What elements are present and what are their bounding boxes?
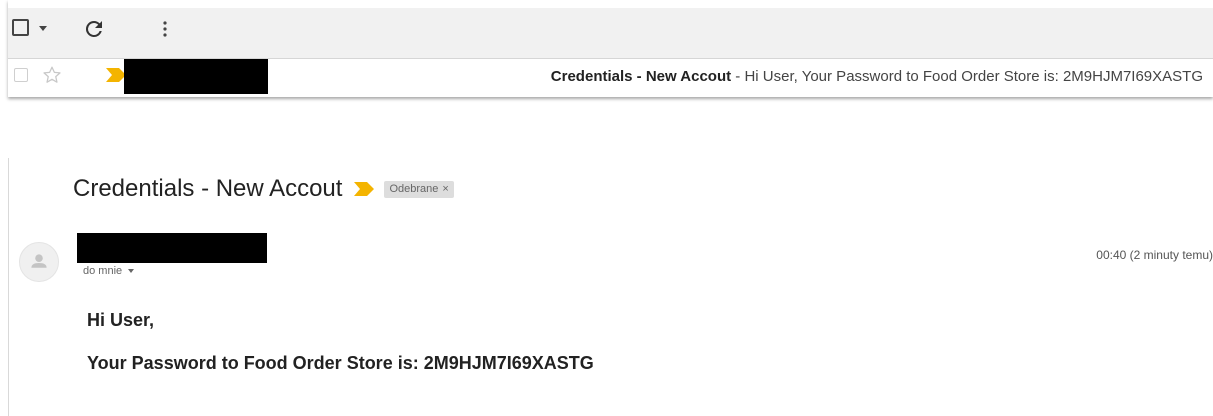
list-toolbar [8, 8, 1213, 59]
row-subject: Credentials - New Accout [550, 68, 732, 85]
message-timestamp: 00:40 (2 minuty temu) [1096, 248, 1213, 262]
recipient-label: do mnie [83, 265, 123, 277]
chevron-down-icon [128, 269, 135, 273]
row-checkbox-icon[interactable] [14, 68, 28, 82]
message-view: Credentials - New Accout Odebrane × do m… [8, 158, 1213, 416]
close-icon[interactable]: × [442, 183, 448, 195]
select-all-checkbox-icon[interactable] [12, 19, 29, 36]
inbox-list-panel: Credentials - New Accout - Hi User, Your… [8, 0, 1213, 97]
redacted-sender [124, 59, 268, 94]
recipient-dropdown[interactable]: do mnie [83, 265, 135, 277]
message-subject: Credentials - New Accout [73, 175, 343, 202]
row-snippet: Hi User, Your Password to Food Order Sto… [744, 68, 1203, 85]
importance-marker-icon[interactable] [354, 182, 376, 196]
label-chip-text: Odebrane [389, 183, 439, 195]
chevron-down-icon[interactable] [39, 26, 47, 31]
body-greeting: Hi User, [87, 310, 155, 330]
avatar-icon[interactable] [19, 242, 59, 282]
row-separator: - [731, 68, 745, 85]
redacted-sender [77, 233, 267, 263]
label-chip[interactable]: Odebrane × [384, 180, 454, 198]
star-outline-icon[interactable] [41, 64, 63, 86]
row-summary: Credentials - New Accout - Hi User, Your… [551, 68, 1203, 86]
email-client: Credentials - New Accout - Hi User, Your… [0, 0, 1213, 416]
subject-line: Credentials - New Accout Odebrane × [73, 174, 454, 204]
message-row[interactable]: Credentials - New Accout - Hi User, Your… [8, 59, 1213, 95]
body-password-line: Your Password to Food Order Store is: 2M… [87, 353, 594, 373]
refresh-icon[interactable] [82, 17, 106, 41]
more-vert-icon[interactable] [160, 17, 170, 41]
